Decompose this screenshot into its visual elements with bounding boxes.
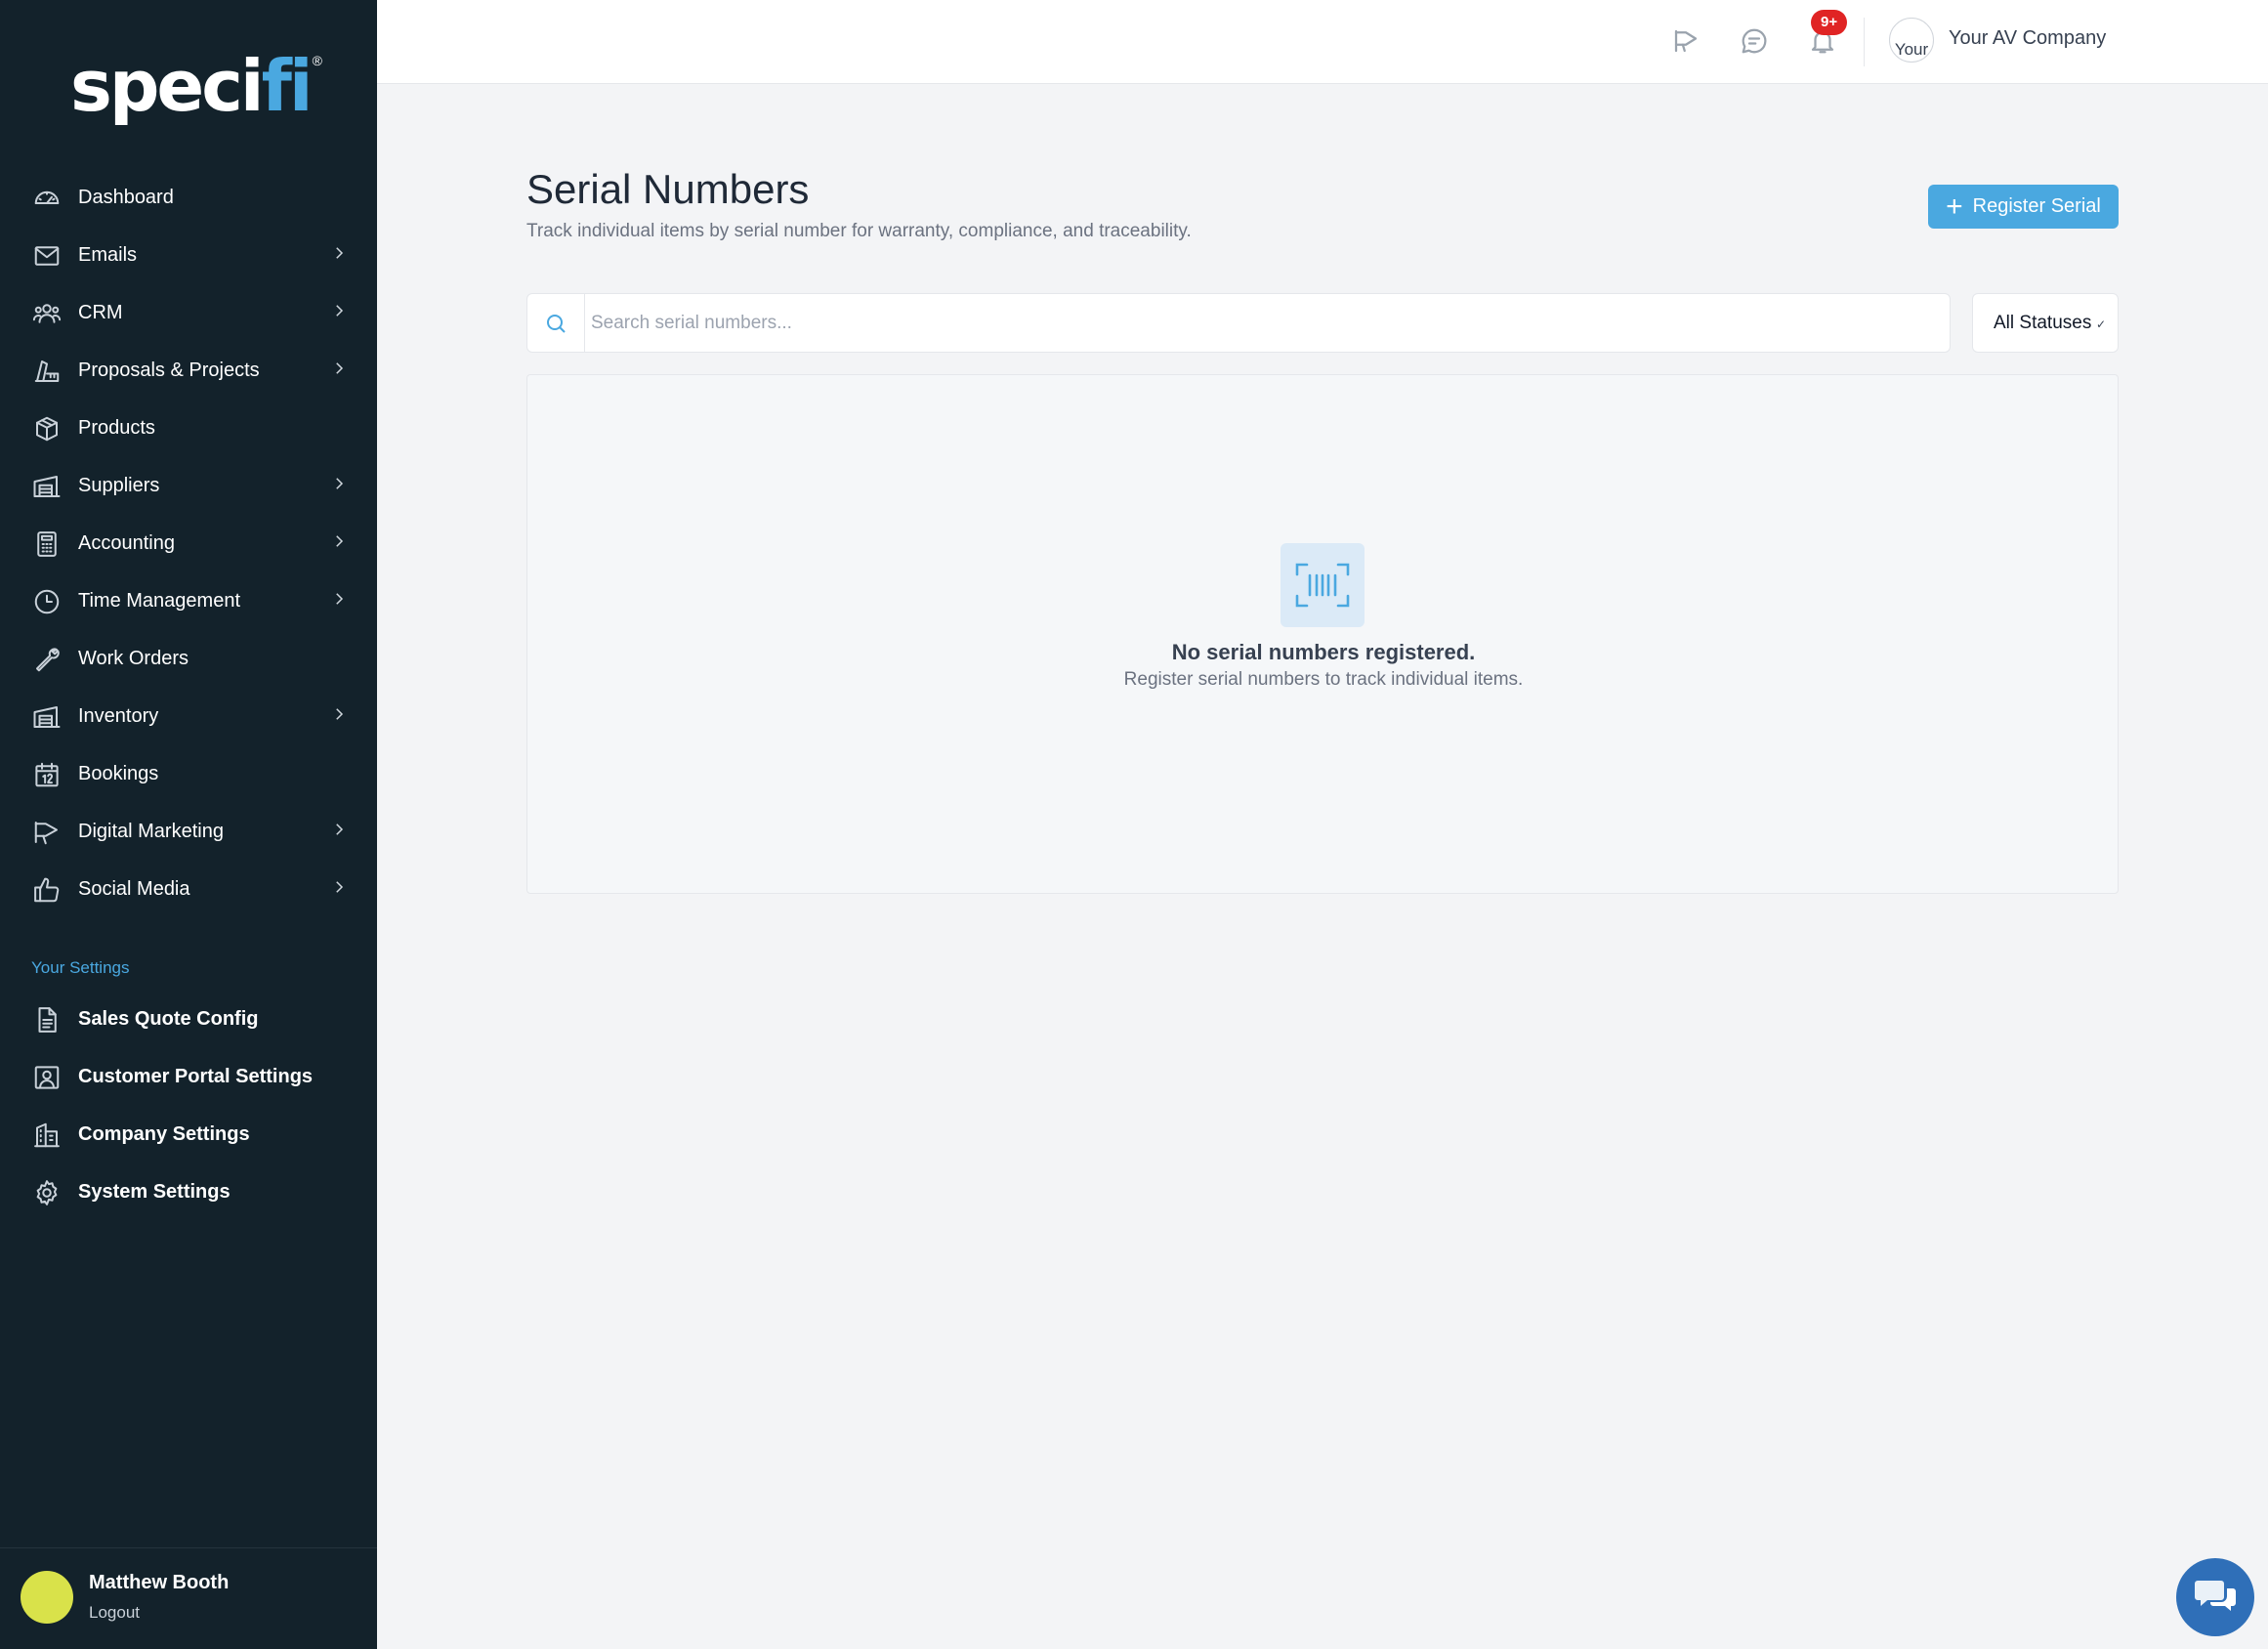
sidebar-item-label: Suppliers bbox=[78, 475, 160, 496]
wrench-icon bbox=[31, 644, 63, 675]
envelope-icon bbox=[31, 240, 63, 272]
chevron-right-icon bbox=[330, 532, 348, 555]
logo-wordmark: specifi bbox=[70, 45, 314, 127]
gear-icon bbox=[31, 1177, 63, 1208]
settings-section-title: Your Settings bbox=[31, 958, 130, 977]
barcode-scan-icon bbox=[1281, 543, 1365, 627]
company-name[interactable]: Your AV Company bbox=[1949, 27, 2106, 50]
logo-registered-mark: ® bbox=[312, 53, 322, 68]
sidebar-item-label: Accounting bbox=[78, 532, 175, 554]
sidebar-item-crm[interactable]: CRM bbox=[0, 284, 377, 342]
sidebar-item-label: Emails bbox=[78, 244, 138, 266]
sidebar-item-label: Company Settings bbox=[78, 1123, 250, 1145]
clock-icon bbox=[31, 586, 63, 617]
sidebar-item-company-settings[interactable]: Company Settings bbox=[0, 1106, 377, 1163]
register-serial-label: Register Serial bbox=[1972, 195, 2101, 217]
chat-icon bbox=[2195, 1581, 2236, 1611]
sidebar-item-dashboard[interactable]: Dashboard bbox=[0, 169, 377, 227]
sidebar-item-label: Time Management bbox=[78, 590, 240, 612]
warehouse-icon bbox=[31, 471, 63, 502]
main-nav: Dashboard Emails CRM Proposals & Project… bbox=[0, 169, 377, 918]
logout-link[interactable]: Logout bbox=[89, 1603, 140, 1623]
search-bar bbox=[526, 293, 1951, 353]
settings-nav: Sales Quote Config Customer Portal Setti… bbox=[0, 991, 377, 1221]
sidebar-item-accounting[interactable]: Accounting bbox=[0, 515, 377, 572]
sidebar-item-label: Products bbox=[78, 417, 155, 439]
search-input[interactable] bbox=[585, 294, 1950, 352]
sidebar: specifi ® Dashboard Emails CRM Proposals… bbox=[0, 0, 377, 1649]
sidebar-item-label: Work Orders bbox=[78, 648, 189, 669]
page-subtitle: Track individual items by serial number … bbox=[526, 221, 1192, 241]
sidebar-item-work-orders[interactable]: Work Orders bbox=[0, 630, 377, 688]
chevron-right-icon bbox=[330, 590, 348, 613]
register-serial-button[interactable]: + Register Serial bbox=[1928, 185, 2119, 229]
specifi-logo[interactable]: specifi ® bbox=[70, 47, 322, 129]
portrait-icon bbox=[31, 1062, 63, 1093]
sidebar-item-label: Social Media bbox=[78, 878, 190, 900]
status-filter-select[interactable]: All Statuses ✓ bbox=[1972, 293, 2119, 353]
sidebar-item-bookings[interactable]: Bookings bbox=[0, 745, 377, 803]
empty-state-text: Register serial numbers to track individ… bbox=[1123, 669, 1524, 690]
live-chat-button[interactable] bbox=[2176, 1558, 2254, 1636]
sidebar-item-label: Proposals & Projects bbox=[78, 359, 260, 381]
sidebar-item-suppliers[interactable]: Suppliers bbox=[0, 457, 377, 515]
plus-icon: + bbox=[1946, 190, 1963, 223]
chevron-right-icon bbox=[330, 878, 348, 901]
chevron-right-icon bbox=[330, 475, 348, 497]
building-icon bbox=[31, 1120, 63, 1151]
search-icon bbox=[527, 294, 585, 352]
notification-badge: 9+ bbox=[1811, 10, 1848, 35]
sidebar-item-label: Customer Portal Settings bbox=[78, 1066, 314, 1087]
megaphone-icon[interactable] bbox=[1668, 23, 1703, 59]
sidebar-item-digital-marketing[interactable]: Digital Marketing bbox=[0, 803, 377, 861]
serials-list-panel: No serial numbers registered. Register s… bbox=[526, 374, 2119, 894]
sidebar-item-products[interactable]: Products bbox=[0, 400, 377, 457]
document-icon bbox=[31, 1004, 63, 1036]
chevron-right-icon bbox=[330, 821, 348, 843]
calculator-icon bbox=[31, 529, 63, 560]
user-name: Matthew Booth bbox=[89, 1572, 230, 1593]
sidebar-item-inventory[interactable]: Inventory bbox=[0, 688, 377, 745]
sidebar-item-emails[interactable]: Emails bbox=[0, 227, 377, 284]
warehouse-icon bbox=[31, 701, 63, 733]
megaphone-icon bbox=[31, 817, 63, 848]
sidebar-item-time-management[interactable]: Time Management bbox=[0, 572, 377, 630]
sidebar-item-system-settings[interactable]: System Settings bbox=[0, 1163, 377, 1221]
sidebar-item-label: Bookings bbox=[78, 763, 159, 784]
pen-ruler-icon bbox=[31, 356, 63, 387]
sidebar-item-customer-portal-settings[interactable]: Customer Portal Settings bbox=[0, 1048, 377, 1106]
box-icon bbox=[31, 413, 63, 444]
sidebar-item-label: System Settings bbox=[78, 1181, 231, 1203]
top-bar: 9+ Your Your AV Company bbox=[377, 0, 2268, 84]
chevron-right-icon bbox=[330, 359, 348, 382]
sidebar-item-social-media[interactable]: Social Media bbox=[0, 861, 377, 918]
chevron-right-icon bbox=[330, 302, 348, 324]
users-icon bbox=[31, 298, 63, 329]
sidebar-item-sales-quote-config[interactable]: Sales Quote Config bbox=[0, 991, 377, 1048]
sidebar-item-label: Digital Marketing bbox=[78, 821, 224, 842]
user-profile: Matthew Booth Logout bbox=[0, 1547, 377, 1649]
sidebar-item-label: Inventory bbox=[78, 705, 159, 727]
sidebar-item-label: Dashboard bbox=[78, 187, 174, 208]
calendar-icon bbox=[31, 759, 63, 790]
status-filter-value: All Statuses bbox=[1994, 312, 2092, 333]
chevron-down-icon: ✓ bbox=[2095, 317, 2106, 331]
dashboard-gauge-icon bbox=[31, 183, 63, 214]
user-avatar[interactable] bbox=[21, 1571, 73, 1624]
chevron-right-icon bbox=[330, 705, 348, 728]
chevron-right-icon bbox=[330, 244, 348, 267]
sidebar-item-proposals-projects[interactable]: Proposals & Projects bbox=[0, 342, 377, 400]
thumbs-up-icon bbox=[31, 874, 63, 906]
topbar-divider bbox=[1864, 18, 1865, 66]
chat-bubble-icon[interactable] bbox=[1737, 23, 1772, 59]
company-avatar[interactable]: Your bbox=[1889, 18, 1934, 63]
sidebar-item-label: CRM bbox=[78, 302, 123, 323]
empty-state-title: No serial numbers registered. bbox=[1171, 640, 1476, 664]
page-title: Serial Numbers bbox=[526, 166, 810, 212]
sidebar-item-label: Sales Quote Config bbox=[78, 1008, 259, 1030]
